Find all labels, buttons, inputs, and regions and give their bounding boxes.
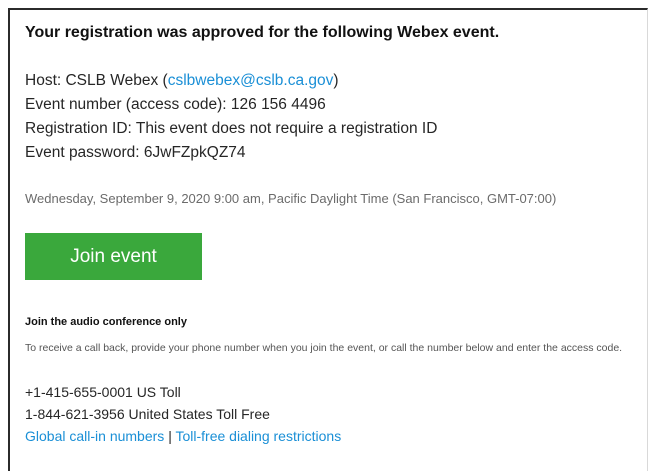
host-suffix: )	[333, 72, 339, 89]
phone-numbers: +1-415-655-0001 US Toll 1-844-621-3956 U…	[25, 381, 341, 447]
event-datetime: Wednesday, September 9, 2020 9:00 am, Pa…	[25, 191, 557, 206]
phone-toll-free: 1-844-621-3956 United States Toll Free	[25, 406, 270, 422]
email-card: Your registration was approved for the f…	[8, 8, 648, 471]
link-separator: |	[168, 428, 172, 444]
event-number: Event number (access code): 126 156 4496	[25, 96, 326, 113]
host-line: Host: CSLB Webex (cslbwebex@cslb.ca.gov)	[25, 69, 437, 93]
event-details: Host: CSLB Webex (cslbwebex@cslb.ca.gov)…	[25, 69, 437, 165]
host-email-link[interactable]: cslbwebex@cslb.ca.gov	[168, 72, 334, 89]
host-label: Host: CSLB Webex (	[25, 72, 168, 89]
email-heading: Your registration was approved for the f…	[25, 24, 500, 41]
registration-id: Registration ID: This event does not req…	[25, 120, 438, 137]
audio-conference-description: To receive a call back, provide your pho…	[25, 342, 623, 354]
join-event-button[interactable]: Join event	[25, 233, 202, 280]
audio-conference-title: Join the audio conference only	[25, 316, 187, 328]
toll-free-restrictions-link[interactable]: Toll-free dialing restrictions	[175, 428, 341, 444]
event-password: Event password: 6JwFZpkQZ74	[25, 144, 246, 161]
global-call-in-link[interactable]: Global call-in numbers	[25, 428, 164, 444]
phone-toll: +1-415-655-0001 US Toll	[25, 384, 181, 400]
dial-links-row: Global call-in numbers | Toll-free diali…	[25, 425, 341, 447]
